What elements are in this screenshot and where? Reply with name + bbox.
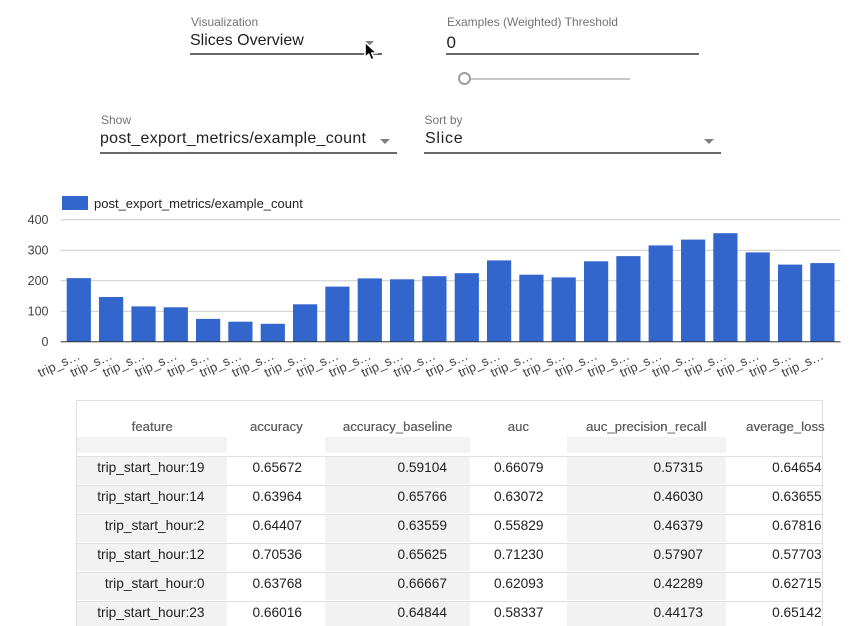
svg-text:300: 300 xyxy=(28,244,49,258)
svg-text:200: 200 xyxy=(28,274,49,288)
svg-text:100: 100 xyxy=(28,305,49,319)
svg-text:400: 400 xyxy=(28,213,49,227)
svg-text:0: 0 xyxy=(42,335,49,349)
